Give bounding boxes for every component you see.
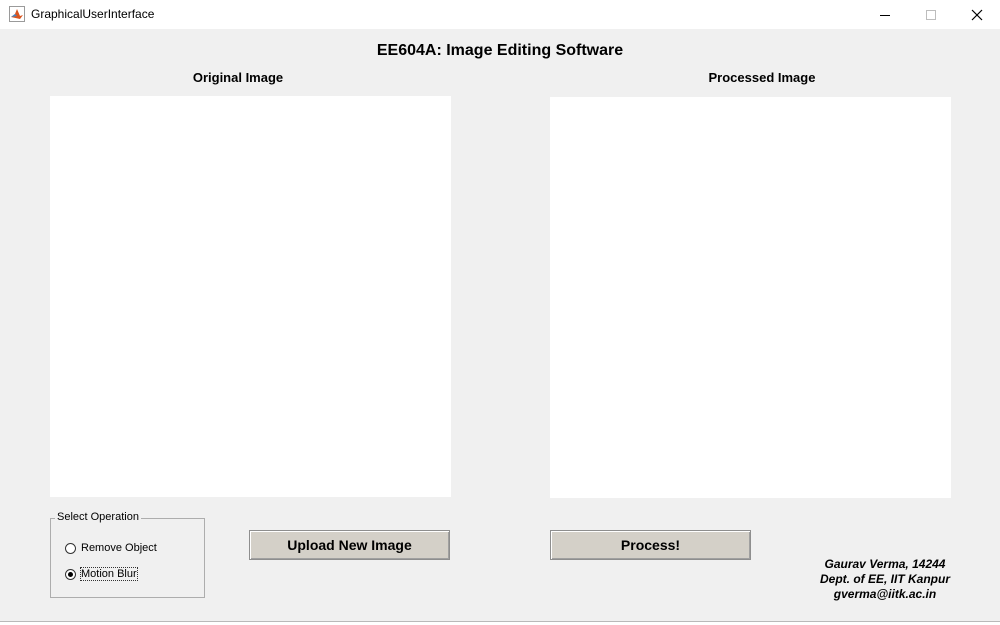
author-credits: Gaurav Verma, 14244 Dept. of EE, IIT Kan… (805, 557, 965, 602)
radio-checked-icon[interactable] (65, 568, 76, 580)
process-button[interactable]: Process! (550, 530, 751, 560)
radio-dot (68, 571, 73, 577)
matlab-icon (9, 6, 25, 22)
motion-blur-radio[interactable]: Motion Blur (65, 567, 138, 581)
remove-object-label[interactable]: Remove Object (81, 542, 157, 554)
title-bar[interactable]: GraphicalUserInterface (0, 0, 1000, 29)
close-button[interactable] (954, 0, 1000, 29)
close-icon (971, 9, 983, 20)
original-image-label: Original Image (192, 70, 284, 85)
maximize-icon (926, 9, 936, 20)
figure-window: GraphicalUserInterface EE604A: Image Edi… (0, 0, 1000, 622)
maximize-button[interactable] (908, 0, 954, 29)
processed-image-axes[interactable] (550, 97, 951, 498)
minimize-icon (880, 14, 890, 16)
window-title: GraphicalUserInterface (31, 7, 155, 21)
motion-blur-label[interactable]: Motion Blur (80, 567, 138, 581)
select-operation-title: Select Operation (55, 511, 141, 523)
upload-new-image-button[interactable]: Upload New Image (249, 530, 450, 560)
select-operation-group: Select Operation Remove Object Motion Bl… (50, 511, 205, 598)
original-image-axes[interactable] (50, 96, 451, 497)
minimize-button[interactable] (862, 0, 908, 29)
page-title: EE604A: Image Editing Software (376, 42, 624, 59)
credits-email: gverma@iitk.ac.in (833, 587, 937, 601)
radio-unchecked-icon[interactable] (65, 542, 76, 554)
remove-object-radio[interactable]: Remove Object (65, 542, 157, 554)
processed-image-label: Processed Image (708, 70, 816, 85)
credits-name: Gaurav Verma, 14244 (824, 557, 946, 571)
credits-department: Dept. of EE, IIT Kanpur (819, 572, 950, 586)
